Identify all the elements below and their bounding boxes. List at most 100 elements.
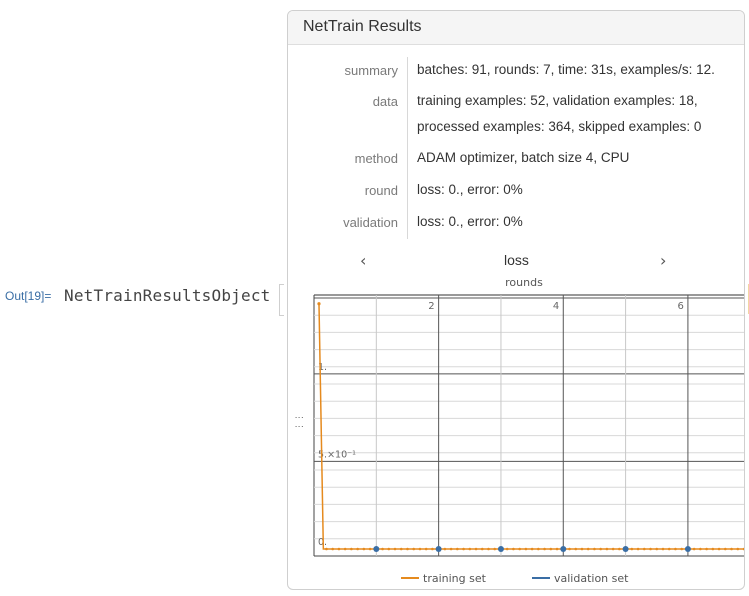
nettrain-results-panel: NetTrain Results summary batches: 91, ro… bbox=[287, 10, 745, 590]
training-set-point bbox=[717, 547, 721, 551]
training-set-point bbox=[518, 547, 521, 551]
training-set-point bbox=[443, 547, 447, 551]
row-value-summary: batches: 91, rounds: 7, time: 31s, examp… bbox=[417, 62, 715, 77]
training-set-point bbox=[350, 547, 353, 551]
row-value-validation: loss: 0., error: 0% bbox=[417, 214, 523, 229]
loss-chart: rounds2 4 60.5.×10⁻¹1.⋮⋮training set valida… bbox=[295, 276, 744, 585]
training-set-point bbox=[599, 547, 602, 551]
training-set-point bbox=[736, 547, 740, 551]
training-set-point bbox=[317, 302, 321, 306]
training-set-point bbox=[530, 547, 534, 551]
row-value-data: training examples: 52, validation exampl… bbox=[417, 93, 698, 108]
training-set-point bbox=[325, 547, 328, 551]
validation-set-point bbox=[684, 545, 691, 552]
training-set-point bbox=[580, 547, 584, 551]
validation-set-point bbox=[497, 545, 504, 552]
training-set-point bbox=[593, 547, 596, 551]
training-set-point bbox=[449, 547, 453, 551]
training-set-point bbox=[543, 547, 546, 551]
training-set-point bbox=[474, 547, 478, 551]
training-set-point bbox=[574, 547, 578, 551]
training-set-point bbox=[680, 547, 683, 551]
training-set-point bbox=[742, 547, 744, 551]
training-set-line bbox=[318, 303, 744, 550]
plot-selector-label: loss bbox=[504, 252, 529, 268]
training-set-point bbox=[549, 547, 553, 551]
out-label: Out[19]= bbox=[5, 289, 52, 303]
output-bracket-left bbox=[279, 284, 284, 316]
training-set-point bbox=[611, 547, 615, 551]
training-set-point bbox=[730, 547, 733, 551]
training-set-point bbox=[505, 547, 509, 551]
training-set-point bbox=[493, 547, 497, 551]
prev-plot-button[interactable]: ‹ bbox=[360, 251, 366, 270]
training-set-point bbox=[699, 547, 702, 551]
row-separator bbox=[407, 57, 408, 239]
training-set-point bbox=[711, 547, 715, 551]
training-set-point bbox=[412, 547, 416, 551]
row-label-validation: validation bbox=[343, 215, 398, 230]
panel-title: NetTrain Results bbox=[303, 18, 422, 35]
training-set-point bbox=[368, 547, 372, 551]
training-set-point bbox=[586, 547, 590, 551]
x-tick-label: 6 bbox=[678, 301, 684, 312]
training-set-point bbox=[480, 547, 484, 551]
training-set-point bbox=[387, 547, 391, 551]
output-head: NetTrainResultsObject bbox=[64, 286, 271, 305]
training-set-point bbox=[524, 547, 528, 551]
training-set-point bbox=[462, 547, 465, 551]
panel-title-bar: NetTrain Results bbox=[288, 11, 744, 45]
training-set-point bbox=[487, 547, 490, 551]
training-set-point bbox=[381, 547, 384, 551]
training-set-point bbox=[649, 547, 652, 551]
legend-training-label: training set bbox=[423, 572, 487, 585]
training-set-point bbox=[655, 547, 659, 551]
training-set-point bbox=[399, 547, 403, 551]
y-axis-marker: ⋮⋮ bbox=[295, 413, 305, 431]
validation-set-point bbox=[435, 545, 442, 552]
row-label-data: data bbox=[372, 94, 398, 109]
training-set-point bbox=[468, 547, 472, 551]
training-set-point bbox=[456, 547, 459, 551]
training-set-point bbox=[512, 547, 515, 551]
training-set-point bbox=[618, 547, 621, 551]
training-set-point bbox=[431, 547, 434, 551]
training-set-point bbox=[331, 547, 334, 551]
training-set-point bbox=[724, 547, 727, 551]
validation-set-point bbox=[373, 545, 380, 552]
training-set-point bbox=[343, 547, 347, 551]
training-set-point bbox=[692, 547, 696, 551]
training-set-point bbox=[661, 547, 665, 551]
validation-set-point bbox=[560, 545, 567, 552]
training-set-point bbox=[337, 547, 341, 551]
x-axis-label: rounds bbox=[505, 276, 543, 289]
training-set-point bbox=[568, 547, 571, 551]
next-plot-button[interactable]: › bbox=[660, 251, 666, 270]
training-set-point bbox=[356, 547, 359, 551]
row-label-method: method bbox=[354, 151, 398, 166]
x-tick-label: 4 bbox=[553, 301, 559, 312]
training-set-point bbox=[418, 547, 422, 551]
x-tick-label: 2 bbox=[428, 301, 434, 312]
training-set-point bbox=[705, 547, 708, 551]
legend-validation-label: validation set bbox=[554, 572, 629, 585]
training-set-point bbox=[362, 547, 366, 551]
training-set-point bbox=[537, 547, 540, 551]
training-set-point bbox=[674, 547, 677, 551]
training-set-point bbox=[555, 547, 559, 551]
training-set-point bbox=[630, 547, 634, 551]
training-set-point bbox=[393, 547, 397, 551]
row-value-round: loss: 0., error: 0% bbox=[417, 182, 523, 197]
validation-set-point bbox=[622, 545, 629, 552]
training-set-point bbox=[406, 547, 409, 551]
training-set-point bbox=[424, 547, 428, 551]
training-set-point bbox=[605, 547, 609, 551]
row-label-round: round bbox=[364, 183, 398, 198]
row-label-summary: summary bbox=[344, 63, 398, 78]
row-value-data-line2: processed examples: 364, skipped example… bbox=[417, 119, 702, 134]
row-value-method: ADAM optimizer, batch size 4, CPU bbox=[417, 150, 630, 165]
training-set-point bbox=[667, 547, 671, 551]
y-tick-label: 5.×10⁻¹ bbox=[318, 449, 356, 460]
training-set-point bbox=[642, 547, 646, 551]
training-set-point bbox=[636, 547, 640, 551]
